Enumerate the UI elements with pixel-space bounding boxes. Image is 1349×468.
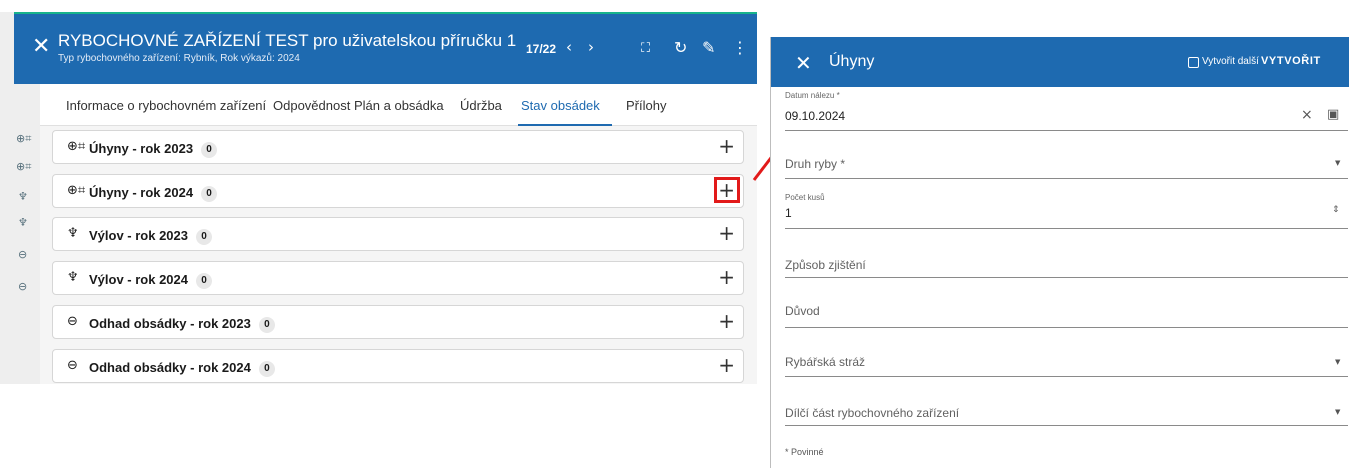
count-badge: 0 [196, 229, 212, 245]
section-uhyny-2023[interactable]: ⊕⌗ Úhyny - rok 2023 0 + [52, 130, 744, 164]
add-icon[interactable]: + [718, 311, 735, 331]
create-button[interactable]: VYTVOŘIT [1261, 55, 1321, 67]
tabs-bar: Informace o rybochovném zařízení Odpověd… [40, 84, 757, 126]
required-note: * Povinné [785, 447, 824, 457]
close-icon[interactable]: ✕ [32, 36, 50, 58]
create-another-checkbox[interactable] [1188, 57, 1199, 68]
facility-detail-window: ⊕⌗ ⊕⌗ ♆ ♆ ⊖ ⊖ ✕ RYBOCHOVNÉ ZAŘÍZENÍ TEST… [0, 12, 757, 384]
detection-method-field[interactable]: Způsob zjištění [785, 239, 1348, 278]
add-icon[interactable]: + [718, 355, 735, 375]
more-vert-icon[interactable]: ⋮ [732, 38, 748, 57]
create-another-label[interactable]: Vytvořit další [1202, 56, 1259, 67]
section-odhad-2023[interactable]: ⊖ Odhad obsádky - rok 2023 0 + [52, 305, 744, 339]
stepper-icon[interactable]: ⇕ [1332, 205, 1340, 215]
chevron-right-icon[interactable]: › [588, 38, 594, 56]
tab-plan-obsadka[interactable]: Plán a obsádka [354, 98, 444, 113]
date-label: Datum nálezu * [785, 91, 840, 100]
date-value[interactable]: 09.10.2024 [785, 109, 845, 123]
date-field[interactable]: Datum nálezu * 09.10.2024 × ▣ [785, 91, 1348, 131]
window-header: ✕ RYBOCHOVNÉ ZAŘÍZENÍ TEST pro uživatels… [14, 12, 757, 84]
section-title: Odhad obsádky - rok 2023 [89, 316, 251, 331]
fish-estimate-icon: ⊖ [67, 314, 78, 329]
close-icon[interactable]: ✕ [795, 51, 812, 75]
fish-type-placeholder: Druh ryby * [785, 157, 846, 171]
edit-pencil-icon[interactable]: ✎ [702, 38, 715, 57]
fish-estimate-icon: ⊖ [18, 248, 28, 261]
tab-udrzba[interactable]: Údržba [460, 98, 502, 113]
dropdown-arrow-icon[interactable]: ▼ [1335, 358, 1340, 366]
uhyny-create-dialog: ✕ Úhyny Vytvořit další VYTVOŘIT Datum ná… [770, 37, 1349, 468]
active-tab-indicator [518, 124, 612, 126]
fish-catch-icon: ♆ [67, 226, 79, 241]
add-icon[interactable]: + [718, 267, 735, 287]
add-icon[interactable]: + [718, 223, 735, 243]
reason-field[interactable]: Důvod [785, 288, 1348, 328]
fish-estimate-icon: ⊖ [18, 280, 28, 293]
count-badge: 0 [196, 273, 212, 289]
count-field[interactable]: Počet kusů 1 ⇕ [785, 189, 1348, 229]
section-vylov-2023[interactable]: ♆ Výlov - rok 2023 0 + [52, 217, 744, 251]
add-icon[interactable]: + [718, 136, 735, 156]
fishing-guard-placeholder: Rybářská stráž [785, 355, 866, 369]
count-badge: 0 [258, 361, 275, 377]
detection-method-placeholder: Způsob zjištění [785, 258, 866, 272]
fullscreen-icon[interactable]: ⛶ [641, 41, 650, 56]
tab-odpovednost[interactable]: Odpovědnost [273, 98, 350, 113]
chevron-left-icon[interactable]: ‹ [566, 38, 572, 56]
clear-icon[interactable]: × [1301, 107, 1313, 123]
count-value[interactable]: 1 [785, 206, 792, 220]
window-title: RYBOCHOVNÉ ZAŘÍZENÍ TEST pro uživatelsko… [58, 31, 517, 50]
section-title: Úhyny - rok 2024 [89, 185, 194, 200]
count-badge: 0 [201, 142, 218, 158]
dialog-title: Úhyny [829, 53, 875, 70]
fish-catch-icon: ♆ [18, 190, 28, 203]
dead-fish-icon: ⊕⌗ [16, 160, 32, 173]
dialog-header: ✕ Úhyny Vytvořit další VYTVOŘIT [771, 37, 1349, 87]
dead-fish-icon: ⊕⌗ [16, 132, 32, 145]
facility-part-select[interactable]: Dílčí část rybochovného zařízení ▼ [785, 387, 1348, 426]
dropdown-arrow-icon[interactable]: ▼ [1335, 408, 1340, 416]
facility-part-placeholder: Dílčí část rybochovného zařízení [785, 406, 960, 420]
reason-placeholder: Důvod [785, 304, 820, 318]
count-badge: 0 [201, 186, 218, 202]
tab-stav-obsadek[interactable]: Stav obsádek [521, 98, 600, 113]
record-pager: 17/22 [526, 42, 557, 56]
section-title: Výlov - rok 2024 [89, 272, 188, 287]
fish-catch-icon: ♆ [67, 270, 79, 285]
section-vylov-2024[interactable]: ♆ Výlov - rok 2024 0 + [52, 261, 744, 295]
calendar-icon[interactable]: ▣ [1327, 107, 1339, 122]
section-title: Výlov - rok 2023 [89, 228, 188, 243]
fishing-guard-select[interactable]: Rybářská stráž ▼ [785, 338, 1348, 377]
section-odhad-2024[interactable]: ⊖ Odhad obsádky - rok 2024 0 + [52, 349, 744, 383]
section-title: Úhyny - rok 2023 [89, 141, 194, 156]
dead-fish-icon: ⊕⌗ [67, 183, 86, 198]
count-label: Počet kusů [785, 193, 825, 202]
refresh-icon[interactable]: ↻ [674, 38, 687, 57]
fish-estimate-icon: ⊖ [67, 358, 78, 373]
fish-catch-icon: ♆ [18, 216, 28, 229]
highlight-box [714, 177, 740, 203]
count-badge: 0 [258, 317, 275, 333]
section-uhyny-2024[interactable]: ⊕⌗ Úhyny - rok 2024 0 + [52, 174, 744, 208]
fish-type-select[interactable]: Druh ryby * ▼ [785, 141, 1348, 179]
dead-fish-icon: ⊕⌗ [67, 139, 86, 154]
window-subtitle: Typ rybochovného zařízení: Rybník, Rok v… [58, 53, 300, 64]
tab-prilohy[interactable]: Přílohy [626, 98, 666, 113]
tab-informace[interactable]: Informace o rybochovném zařízení [66, 98, 266, 113]
dropdown-arrow-icon[interactable]: ▼ [1335, 159, 1340, 167]
section-title: Odhad obsádky - rok 2024 [89, 360, 251, 375]
